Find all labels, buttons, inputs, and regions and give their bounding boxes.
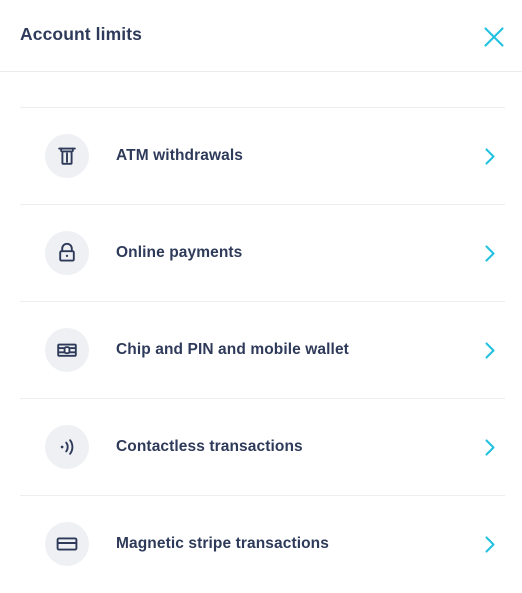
padlock-icon	[45, 231, 89, 275]
chevron-right-icon[interactable]	[474, 339, 496, 361]
list-item-label: ATM withdrawals	[116, 147, 243, 164]
chevron-right-icon[interactable]	[474, 533, 496, 555]
list-item-contactless-transactions[interactable]: Contactless transactions	[0, 399, 522, 495]
list-item-label: Chip and PIN and mobile wallet	[116, 341, 349, 358]
close-icon	[481, 24, 507, 50]
panel-header: Account limits	[0, 0, 522, 72]
list-item-label: Online payments	[116, 244, 243, 261]
list-item-chip-and-pin[interactable]: Chip and PIN and mobile wallet	[0, 302, 522, 398]
chevron-right-icon[interactable]	[474, 242, 496, 264]
list-item-online-payments[interactable]: Online payments	[0, 205, 522, 301]
list-item-atm-withdrawals[interactable]: ATM withdrawals	[0, 108, 522, 204]
atm-cash-dispenser-icon	[45, 134, 89, 178]
account-limits-panel: Account limits ATM withdrawals Online pa…	[0, 0, 522, 593]
account-limits-list: ATM withdrawals Online payments Chip and…	[0, 107, 522, 592]
page-title: Account limits	[20, 24, 142, 44]
chevron-right-icon[interactable]	[474, 145, 496, 167]
credit-card-stripe-icon	[45, 522, 89, 566]
close-button[interactable]	[475, 18, 513, 56]
list-item-label: Contactless transactions	[116, 438, 303, 455]
list-item-label: Magnetic stripe transactions	[116, 535, 329, 552]
list-item-magnetic-stripe-transactions[interactable]: Magnetic stripe transactions	[0, 496, 522, 592]
chevron-right-icon[interactable]	[474, 436, 496, 458]
contactless-waves-icon	[45, 425, 89, 469]
card-chip-icon	[45, 328, 89, 372]
